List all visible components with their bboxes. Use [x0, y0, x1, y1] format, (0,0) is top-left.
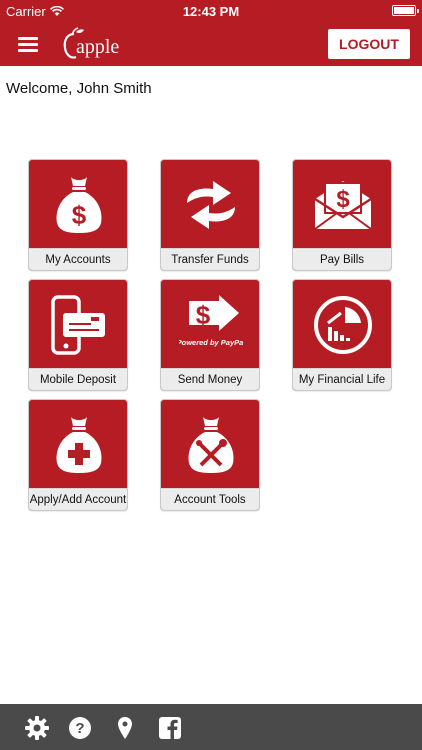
help-button[interactable]: ?: [68, 716, 92, 740]
tile-icon-container: [29, 400, 127, 490]
hamburger-icon: [18, 37, 38, 40]
tile-label: Transfer Funds: [161, 248, 259, 270]
settings-button[interactable]: [25, 716, 49, 740]
welcome-message: Welcome, John Smith: [6, 80, 152, 97]
money-bag-tools-icon: [188, 417, 234, 473]
svg-text:?: ?: [75, 720, 84, 737]
svg-text:$: $: [336, 186, 350, 213]
tile-label: Send Money: [161, 368, 259, 390]
tile-label: My Financial Life: [293, 368, 391, 390]
tile-my-accounts[interactable]: $ My Accounts: [28, 159, 128, 271]
tile-label: My Accounts: [29, 248, 127, 270]
help-icon: ?: [69, 717, 91, 739]
transfer-arrows-icon: [187, 181, 235, 229]
tile-icon-container: $ Powered by PayPal: [161, 280, 259, 370]
apple-logo-icon: apple: [63, 27, 119, 59]
tile-pay-bills[interactable]: $ Pay Bills: [292, 159, 392, 271]
status-bar: Carrier 12:43 PM: [0, 0, 422, 22]
tile-mobile-deposit[interactable]: Mobile Deposit: [28, 279, 128, 391]
paypal-caption: Powered by PayPal: [179, 338, 243, 347]
battery-icon: [392, 5, 419, 16]
money-bag-dollar-icon: $: [56, 177, 102, 233]
svg-text:$: $: [72, 200, 87, 230]
tile-my-financial-life[interactable]: My Financial Life: [292, 279, 392, 391]
tile-icon-container: $: [29, 160, 127, 250]
tile-icon-container: [293, 280, 391, 370]
tile-icon-container: [161, 400, 259, 490]
svg-text:apple: apple: [76, 36, 119, 58]
tile-label: Apply/Add Account: [29, 488, 127, 510]
tile-apply-add-account[interactable]: Apply/Add Account: [28, 399, 128, 511]
tile-icon-container: [29, 280, 127, 370]
tile-label: Account Tools: [161, 488, 259, 510]
tile-transfer-funds[interactable]: Transfer Funds: [160, 159, 260, 271]
facebook-icon: [159, 717, 181, 739]
apple-logo: apple: [62, 26, 128, 62]
status-time: 12:43 PM: [182, 4, 240, 19]
menu-button[interactable]: [14, 32, 40, 56]
money-bag-plus-icon: [56, 417, 102, 473]
tile-send-money[interactable]: $ Powered by PayPal Send Money: [160, 279, 260, 391]
phone-check-icon: [51, 295, 105, 355]
gear-icon: [25, 716, 49, 740]
tile-label: Mobile Deposit: [29, 368, 127, 390]
location-button[interactable]: [113, 716, 137, 740]
facebook-button[interactable]: [158, 716, 182, 740]
tile-account-tools[interactable]: Account Tools: [160, 399, 260, 511]
svg-text:$: $: [196, 300, 211, 330]
location-pin-icon: [118, 717, 132, 739]
logout-button[interactable]: LOGOUT: [328, 29, 410, 59]
bottom-toolbar: ?: [0, 704, 422, 750]
app-header: apple LOGOUT: [0, 22, 422, 66]
pie-chart-icon: [314, 296, 372, 354]
tile-icon-container: $: [293, 160, 391, 250]
tile-icon-container: [161, 160, 259, 250]
envelope-dollar-icon: $: [314, 181, 372, 230]
paypal-send-icon: $ Powered by PayPal: [179, 295, 243, 347]
hamburger-line: [18, 43, 38, 46]
tile-label: Pay Bills: [293, 248, 391, 270]
hamburger-line: [18, 49, 38, 52]
